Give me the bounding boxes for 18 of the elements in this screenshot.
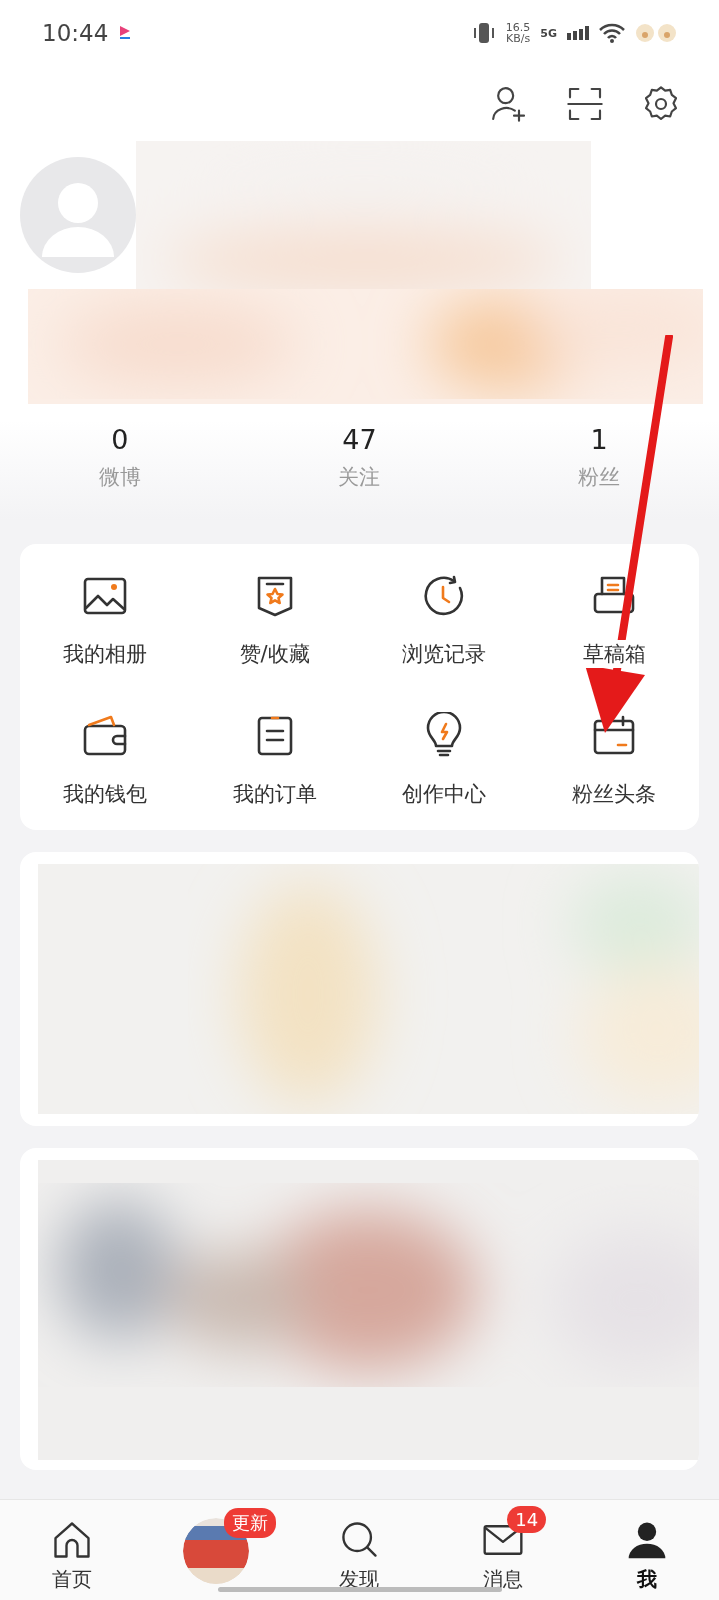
speed-unit: KB/s — [505, 33, 531, 44]
unread-badge: 14 — [507, 1506, 547, 1533]
stat-count[interactable]: 0 — [111, 424, 129, 455]
vibrate-icon — [471, 22, 496, 44]
menu-item-label[interactable]: 赞/收藏 — [237, 640, 312, 668]
stat-count[interactable]: 1 — [590, 424, 608, 455]
stat-count[interactable]: 47 — [342, 424, 377, 455]
tab-label[interactable]: 我 — [637, 1566, 658, 1593]
menu-item-label[interactable]: 草稿箱 — [580, 640, 648, 668]
network-type: 5G — [540, 26, 557, 40]
update-badge: 更新 — [223, 1508, 276, 1538]
tab-label[interactable]: 首页 — [51, 1566, 92, 1593]
network-speed: 16.5 — [505, 22, 531, 33]
signal-icon — [567, 26, 589, 40]
app-logo-icon — [118, 24, 133, 42]
status-time: 10:44 — [42, 20, 109, 46]
wifi-icon — [599, 23, 625, 43]
paw-icon — [635, 23, 679, 43]
